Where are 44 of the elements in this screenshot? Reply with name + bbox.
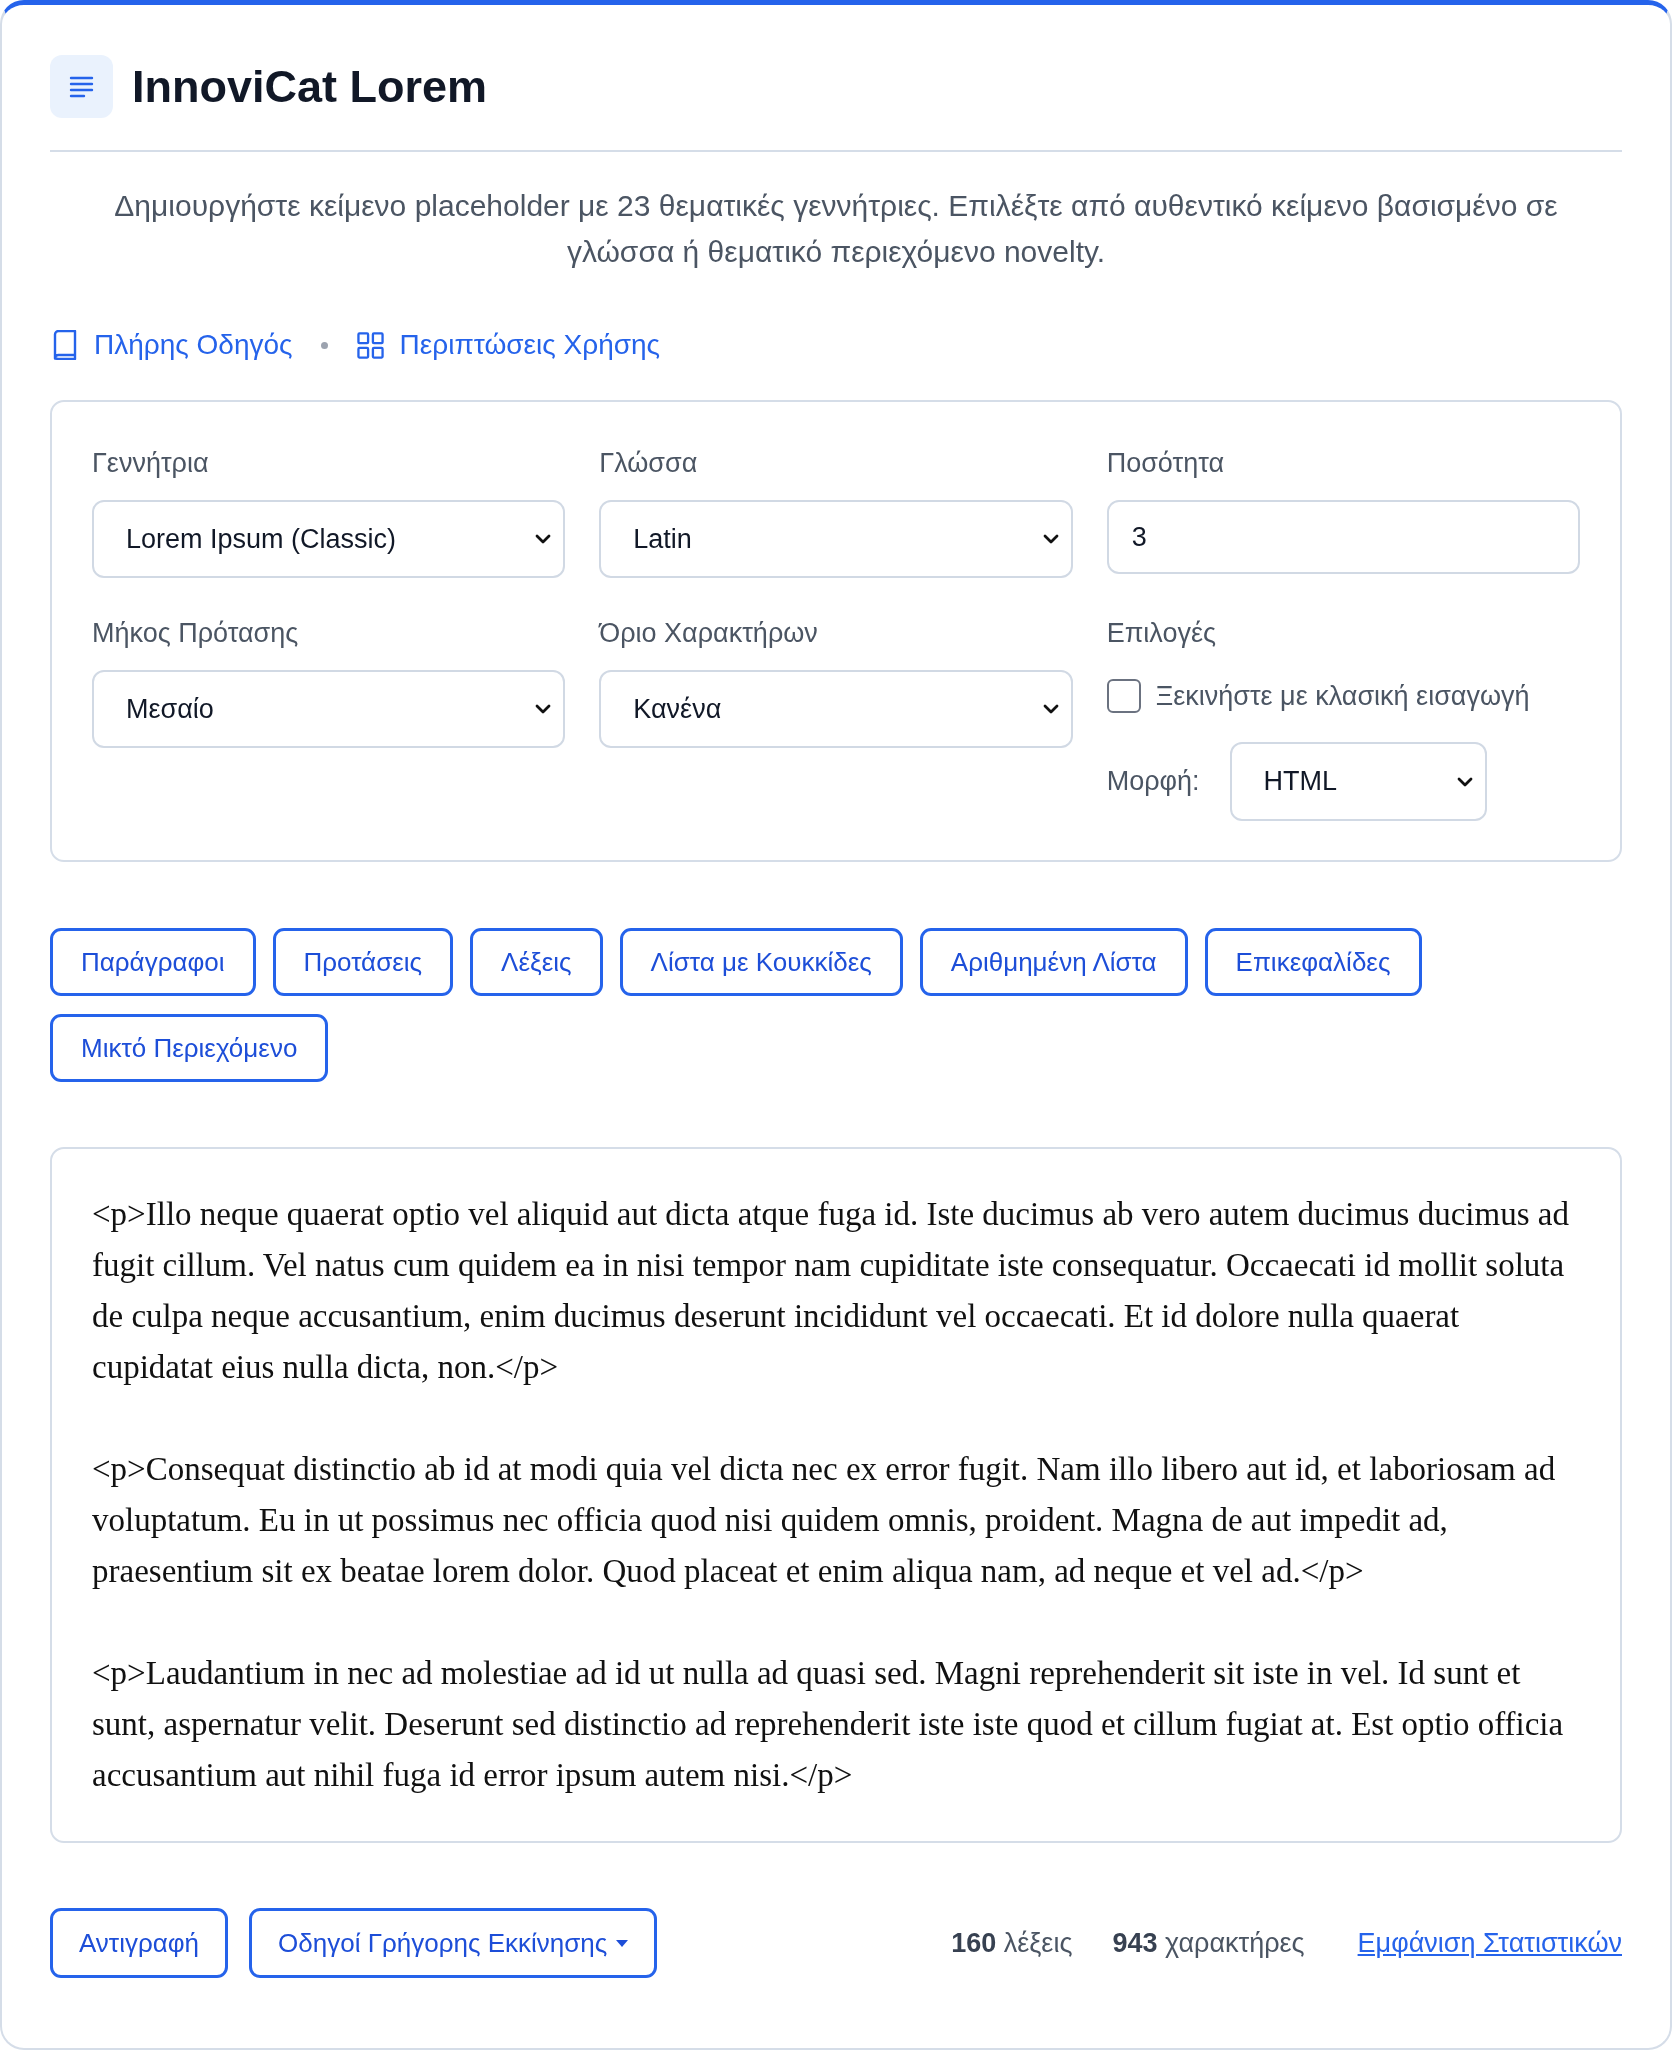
field-label: Γεννήτρια <box>92 447 210 480</box>
nav-link[interactable]: Πλήρης Οδηγός <box>50 327 293 363</box>
output-paragraph: <p>Illo neque quaerat optio vel aliquid aut dicta atque fuga id. Iste ducimus ab vero autem ducimus ducimus ad fugit cillum. Vel natus cum quidem ea in nisi tempor nam cupiditate iste consequatur. Occaecati id mollit soluta de culpa neque accusantium, enim ducimus deserunt incididunt vel occaecati. Et id dolore nulla quaerat cupidatat eius nulla dicta, non.</p> <box>92 1195 1570 1387</box>
field-label: Μήκος Πρότασης <box>92 617 300 650</box>
statistics-link[interactable]: Εμφάνιση Στατιστικών <box>1357 1927 1622 1959</box>
dropdown-select[interactable]: HTML <box>1229 742 1487 821</box>
text-lines-icon <box>50 55 113 118</box>
dropdown-button[interactable]: Οδηγοί Γρήγορης Εκκίνησης <box>249 1908 658 1978</box>
book-icon <box>52 330 78 360</box>
generate-button[interactable]: Λέξεις <box>470 928 603 996</box>
app-title: InnoviCat Lorem <box>132 59 488 114</box>
checkbox[interactable] <box>1106 679 1141 713</box>
generate-button[interactable]: Αριθμημένη Λίστα <box>919 928 1188 996</box>
output-paragraph: <p>Laudantium in nec ad molestiae ad id ut nulla ad quasi sed. Magni reprehenderit sit iste in vel. Id sunt et sunt, aspernatur velit. Deserunt sed distinctio ad reprehenderit iste iste quod et cillum fugiat at. Est optio officia accusantium aut nihil fuga id error ipsum autem nisi.</p> <box>92 1654 1565 1795</box>
dropdown-select[interactable]: Lorem Ipsum (Classic) <box>92 500 566 578</box>
number-input[interactable]: 3 <box>1106 500 1580 574</box>
stat-text: 160 λέξεις <box>951 1927 1073 1959</box>
generate-button[interactable]: Μικτό Περιεχόμενο <box>50 1014 329 1082</box>
generate-button[interactable]: Παράγραφοι <box>50 928 256 996</box>
dropdown-select[interactable]: Μεσαίο <box>92 670 566 748</box>
copy-button[interactable]: Αντιγραφή <box>50 1908 229 1978</box>
description-text: Δημιουργήστε κείμενο placeholder με 23 θεματικές γεννήτριες. Επιλέξτε από αυθεντικό κείμενο βασισμένο σε γλώσσα ή θεματικό περιεχόμενο novelty. <box>113 188 1559 270</box>
field-label: Ποσότητα <box>1106 447 1226 480</box>
generate-button[interactable]: Επικεφαλίδες <box>1204 928 1422 996</box>
chevron-down-icon <box>535 704 552 714</box>
output-paragraph: <p>Consequat distinctio ab id at modi quia vel dicta nec ex error fugit. Nam illo libero aut id, et laboriosam ad voluptatum. Eu in ut possimus nec officia quod nisi quidem omnis, proident. Magna de aut impedit ad, praesentium sit ex beatae lorem dolor. Quod placeat et enim aliqua nam, ad neque et vel ad.</p> <box>92 1450 1557 1591</box>
stat-text: 943 χαρακτήρες <box>1112 1927 1305 1959</box>
chevron-down-icon <box>535 534 552 544</box>
separator-dot-icon <box>320 341 328 349</box>
generate-button[interactable]: Προτάσεις <box>272 928 454 996</box>
caret-icon <box>616 1939 629 1947</box>
chevron-down-icon <box>1042 534 1059 544</box>
nav-link[interactable]: Περιπτώσεις Χρήσης <box>354 327 661 363</box>
field-label: Γλώσσα <box>599 447 699 480</box>
format-label: Μορφή: <box>1106 766 1200 797</box>
dropdown-select[interactable]: Κανένα <box>599 670 1073 748</box>
grid-icon <box>356 331 384 359</box>
dropdown-select[interactable]: Latin <box>599 500 1073 578</box>
chevron-down-icon <box>1042 704 1059 714</box>
field-label: Επιλογές <box>1106 617 1217 650</box>
field-label: Όριο Χαρακτήρων <box>599 617 819 650</box>
checkbox-label: Ξεκινήστε με κλασική εισαγωγή <box>1155 680 1530 712</box>
chevron-down-icon <box>1456 776 1473 787</box>
generate-button[interactable]: Λίστα με Κουκκίδες <box>619 928 903 996</box>
